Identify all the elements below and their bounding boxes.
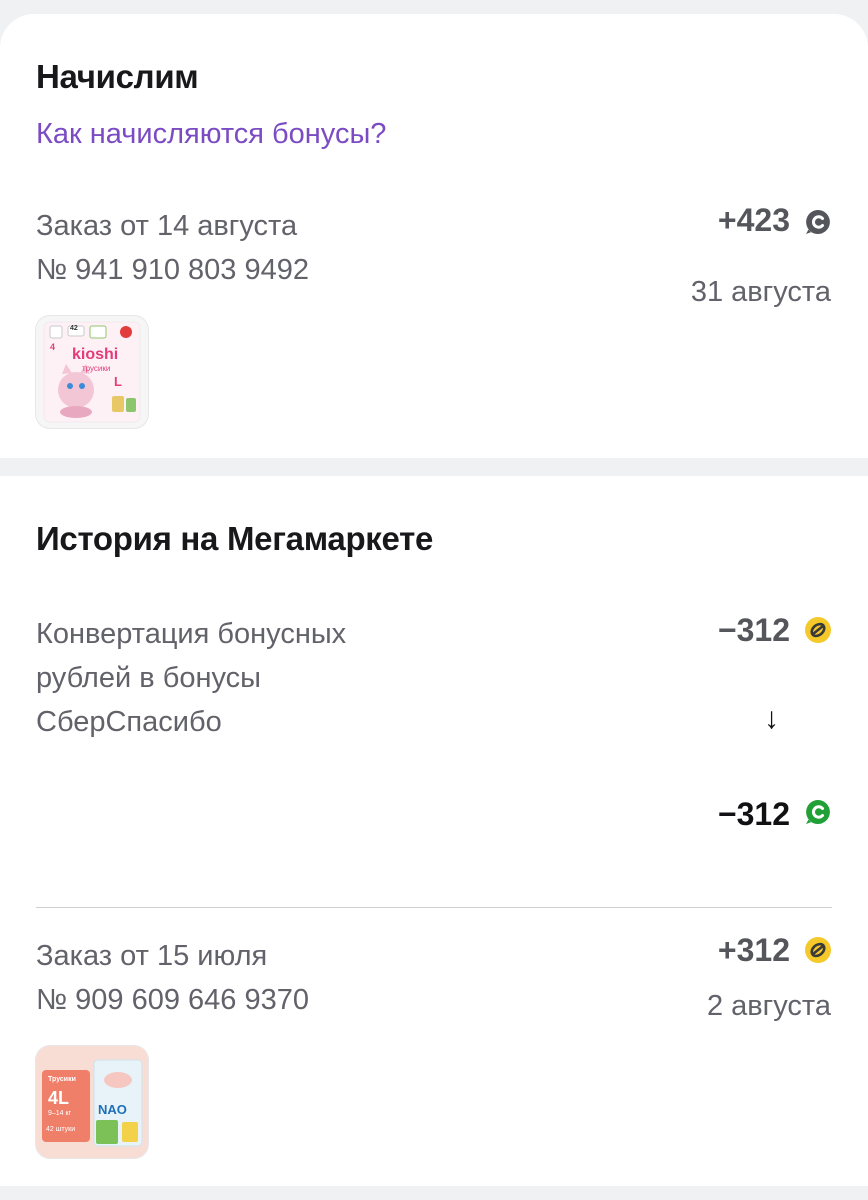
product-count-label: 42 [70, 325, 78, 332]
sberspasibo-coin-grey-icon [806, 210, 830, 234]
conversion-arrow-icon: ↓ [764, 702, 779, 735]
conversion-title-line1: Конвертация бонусных [36, 618, 347, 650]
history-card: История на Мегамаркете Конвертация бонус… [0, 476, 868, 1186]
product-brand-label: kioshi [72, 346, 119, 363]
accrual-title: Начислим [36, 58, 199, 95]
order-number: № 941 910 803 9492 [36, 254, 310, 286]
product-weight-label: 9–14 кг [48, 1110, 72, 1117]
product-caption-label: Трусики [48, 1076, 76, 1083]
megamarket-bonus-coin-icon [805, 617, 831, 643]
conversion-amount-to: −312 [717, 796, 790, 832]
product-letter-label: L [114, 374, 122, 389]
order-title: Заказ от 15 июля [36, 940, 268, 972]
order-title: Заказ от 14 августа [36, 210, 298, 242]
how-bonuses-accrue-link[interactable]: Как начисляются бонусы? [36, 118, 386, 151]
product-type-label: трусики [82, 364, 111, 373]
product-count-label: 42 штуки [46, 1126, 76, 1133]
accrual-card: Начислим Как начисляются бонусы? Заказ о… [0, 14, 868, 458]
conversion-amount-from: −312 [717, 612, 790, 648]
conversion-title-line3: СберСпасибо [36, 706, 222, 738]
order-number: № 909 609 646 9370 [36, 984, 310, 1016]
product-brand-label: NAO [98, 1102, 127, 1117]
product-thumbnail-kioshi[interactable]: 4 42 kioshi трусики L [36, 316, 148, 428]
sberspasibo-coin-green-icon [806, 800, 830, 824]
history-title: История на Мегамаркете [36, 520, 434, 557]
history-divider [36, 907, 832, 908]
product-size-label: 4 [50, 342, 56, 352]
order-bonus-date: 2 августа [706, 990, 831, 1022]
order-bonus-date: 31 августа [690, 276, 831, 308]
conversion-title-line2: рублей в бонусы [36, 662, 261, 694]
order-bonus-amount: +312 [717, 932, 790, 968]
order-bonus-amount: +423 [717, 202, 790, 238]
product-size-label: 4L [48, 1088, 70, 1108]
megamarket-bonus-coin-icon [805, 937, 831, 963]
product-thumbnail-nao[interactable]: Трусики 4L 9–14 кг 42 штуки NAO [36, 1046, 148, 1158]
